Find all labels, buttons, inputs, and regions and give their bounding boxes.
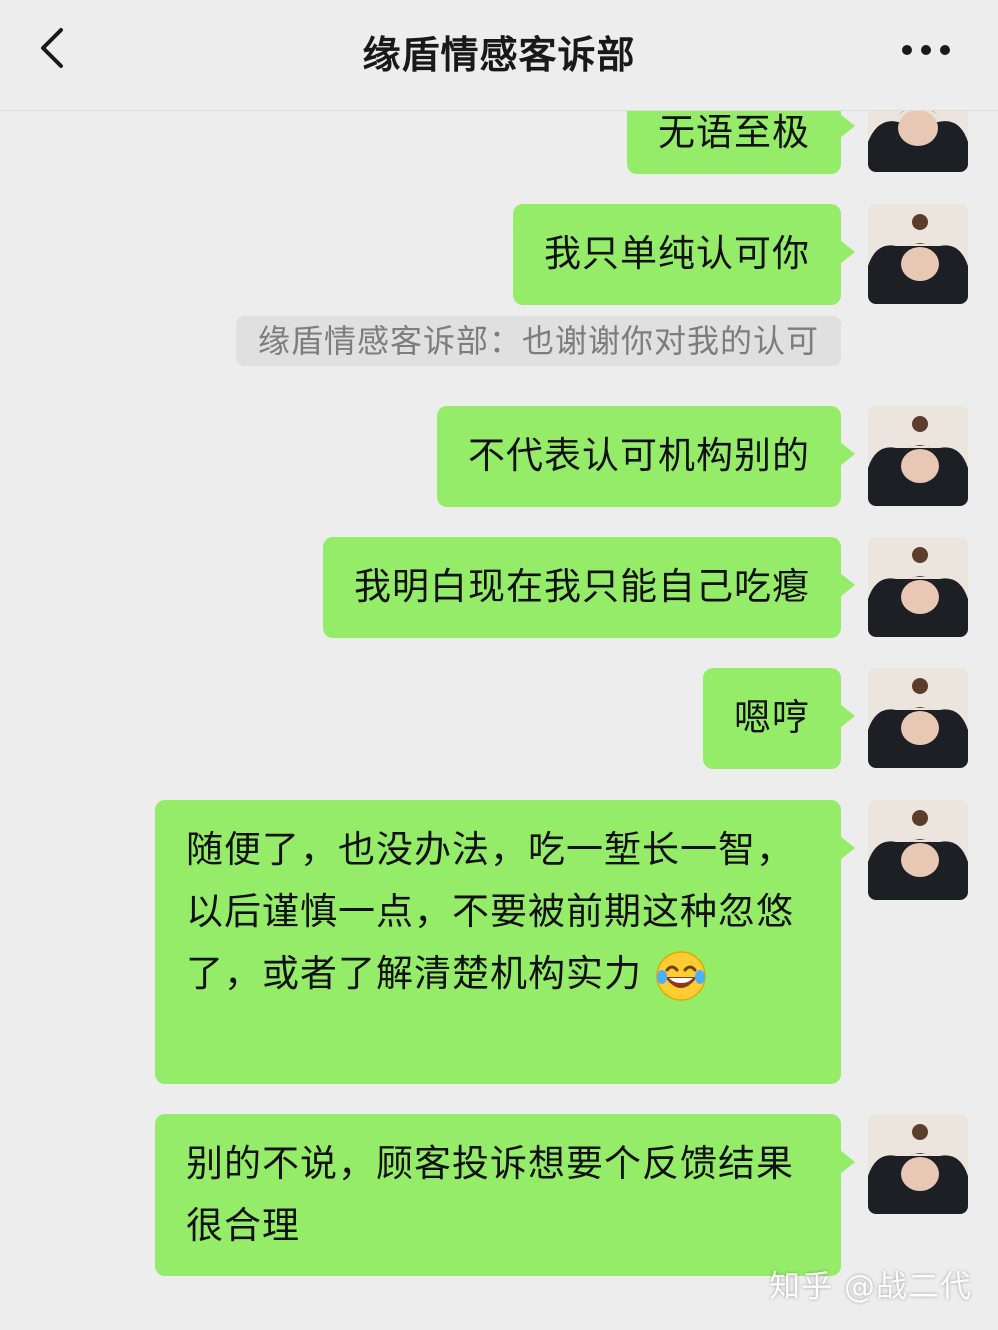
watermark: 知乎 @战二代	[769, 1269, 972, 1305]
message-text: 不代表认可机构别的	[468, 434, 810, 477]
message-text: 无语至极	[658, 111, 810, 154]
message-text: 我明白现在我只能自己吃瘪	[354, 565, 810, 608]
chat-header: 缘盾情感客诉部	[0, 0, 998, 111]
laughing-tears-emoji-icon	[655, 950, 707, 1002]
message-bubble[interactable]: 嗯哼	[703, 668, 855, 769]
message-bubble[interactable]: 随便了，也没办法，吃一堑长一智，以后谨慎一点，不要被前期这种忽悠了，或者了解清楚…	[155, 800, 855, 1084]
message-bubble[interactable]: 不代表认可机构别的	[437, 406, 855, 507]
message-bubble[interactable]: 我只单纯认可你	[513, 204, 855, 305]
message-text: 我只单纯认可你	[544, 232, 810, 275]
chat-area: 无语至极 我只单纯认可你 缘盾情感客诉部：也谢谢你对我的认可 不代表认可机构别的	[0, 0, 998, 1330]
avatar[interactable]	[868, 537, 968, 637]
more-icon	[901, 41, 951, 60]
quoted-message[interactable]: 缘盾情感客诉部：也谢谢你对我的认可	[235, 316, 841, 366]
more-button[interactable]	[896, 30, 956, 70]
page-title: 缘盾情感客诉部	[362, 33, 636, 77]
avatar[interactable]	[868, 668, 968, 768]
message-text: 别的不说，顾客投诉想要个反馈结果很合理	[186, 1142, 794, 1247]
avatar[interactable]	[868, 1114, 968, 1214]
message-text: 嗯哼	[734, 696, 810, 739]
avatar[interactable]	[868, 800, 968, 900]
message-bubble[interactable]: 别的不说，顾客投诉想要个反馈结果很合理	[155, 1114, 855, 1276]
message-bubble[interactable]: 我明白现在我只能自己吃瘪	[323, 537, 855, 638]
quoted-text: 缘盾情感客诉部：也谢谢你对我的认可	[257, 322, 819, 360]
avatar[interactable]	[868, 204, 968, 304]
avatar[interactable]	[868, 406, 968, 506]
